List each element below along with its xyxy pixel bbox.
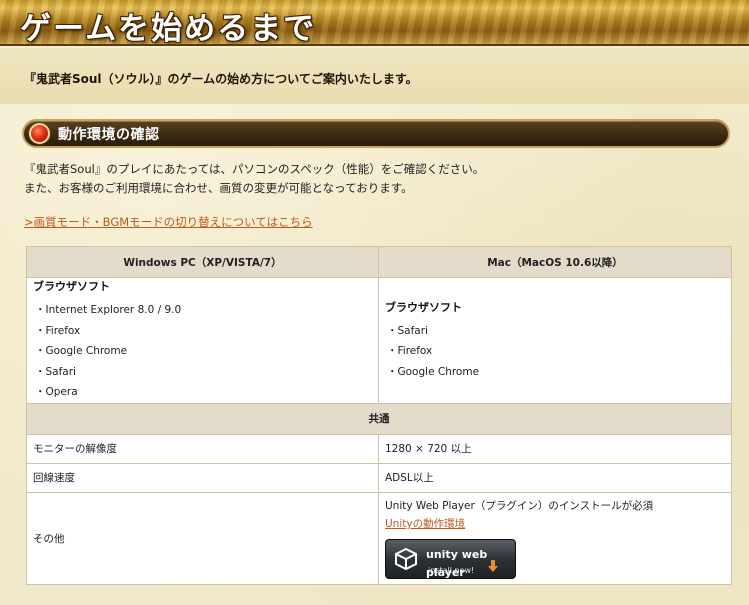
browser-heading: ブラウザソフト [385,300,462,314]
list-item: Opera [33,382,372,403]
mac-header: Mac（MacOS 10.6以降） [378,246,732,278]
list-item: Safari [33,362,372,383]
list-item: Google Chrome [385,362,725,383]
row-value: 1280 × 720 以上 [378,433,732,464]
windows-browser-cell: ブラウザソフト Internet Explorer 8.0 / 9.0 Fire… [26,277,379,404]
row-label: モニターの解像度 [26,433,379,464]
spec-table: Windows PC（XP/VISTA/7） Mac（MacOS 10.6以降）… [26,246,732,585]
table-row: 回線速度 ADSL以上 [26,462,732,493]
row-value: ADSL以上 [378,462,732,493]
row-label: その他 [26,491,379,585]
unity-logo-icon [395,548,417,570]
list-item: Firefox [33,321,372,342]
section-title: 動作環境の確認 [58,127,160,143]
unity-requirement-text: Unity Web Player（プラグイン）のインストールが必須 [385,500,654,512]
list-item: Internet Explorer 8.0 / 9.0 [33,300,372,321]
browser-heading: ブラウザソフト [33,280,110,293]
common-header: 共通 [26,402,732,435]
description-line-1: 『鬼武者Soul』のプレイにあたっては、パソコンのスペック（性能）をご確認くださ… [24,162,485,176]
intro-text: 『鬼武者Soul（ソウル）』のゲームの始め方についてご案内いたします。 [24,72,418,86]
table-row: モニターの解像度 1280 × 720 以上 [26,433,732,464]
list-item: Google Chrome [33,341,372,362]
title-banner: ゲームを始めるまで [0,0,749,46]
list-item: Firefox [385,341,725,362]
table-row: その他 Unity Web Player（プラグイン）のインストールが必須 Un… [26,491,732,585]
unity-requirements-link[interactable]: Unityの動作環境 [385,518,465,530]
quality-mode-link[interactable]: >画質モード・BGMモードの切り替えについてはこちら [24,214,313,230]
list-item: Safari [385,321,725,342]
section-description: 『鬼武者Soul』のプレイにあたっては、パソコンのスペック（性能）をご確認くださ… [24,160,484,198]
row-label: 回線速度 [26,462,379,493]
unity-install-button[interactable]: unity web player install now! [385,539,516,579]
description-line-2: また、お客様のご利用環境に合わせ、画質の変更が可能となっております。 [24,181,413,195]
mac-browser-cell: ブラウザソフト Safari Firefox Google Chrome [378,277,732,404]
windows-header: Windows PC（XP/VISTA/7） [26,246,379,278]
unity-button-subtitle: install now! [428,566,475,575]
red-orb-icon [29,123,50,144]
download-arrow-icon [488,560,498,572]
page-title: ゲームを始めるまで [20,11,317,46]
other-value-cell: Unity Web Player（プラグイン）のインストールが必須 Unityの… [378,491,732,585]
